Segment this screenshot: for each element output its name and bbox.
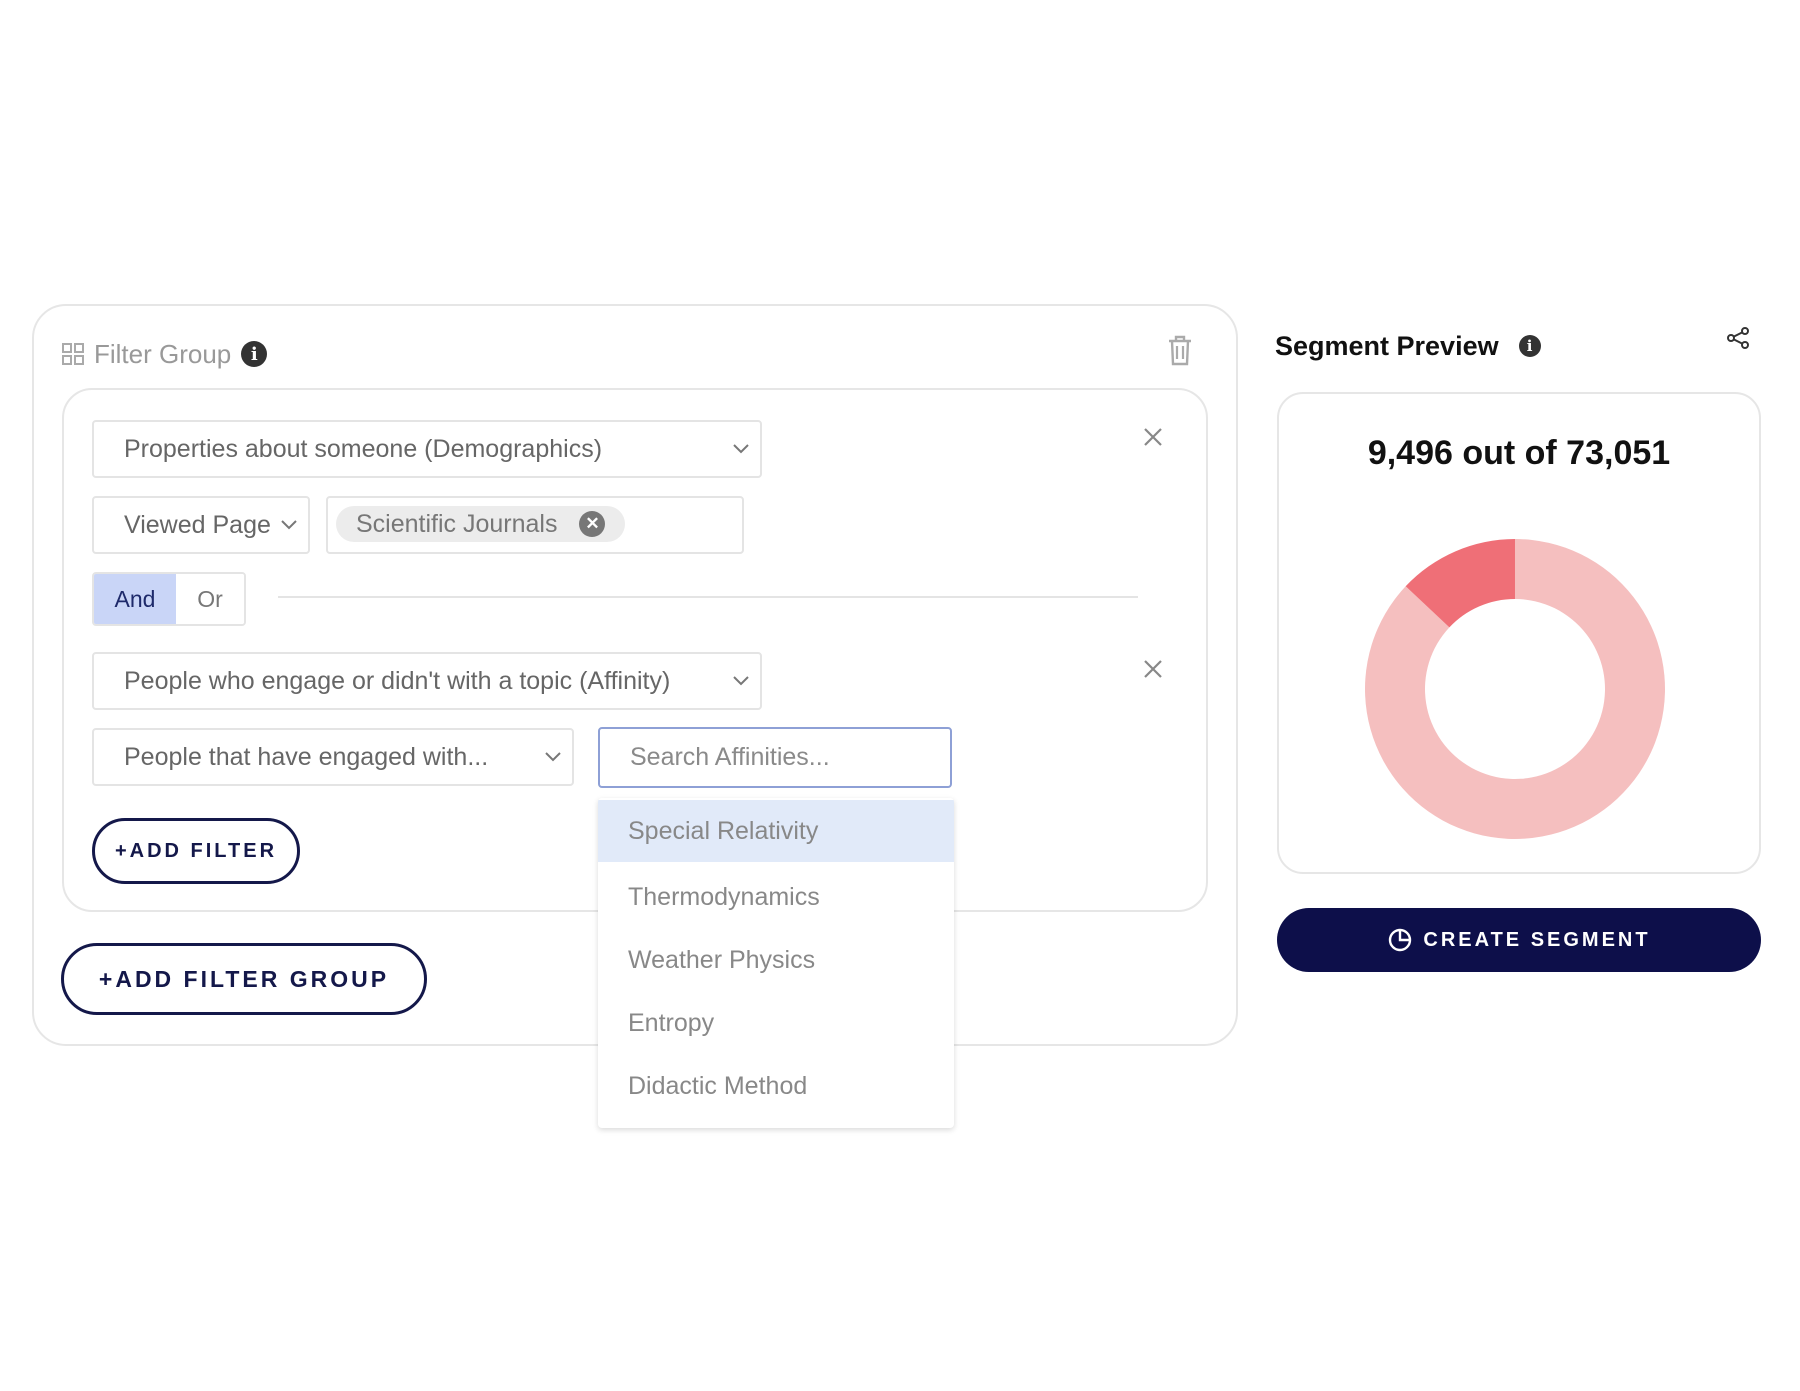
dropdown-option[interactable]: Entropy (598, 992, 954, 1054)
select-value: Viewed Page (124, 510, 271, 539)
pie-chart-icon (1389, 928, 1412, 952)
segment-count: 9,496 out of 73,051 (1367, 434, 1671, 472)
create-segment-label: CREATE SEGMENT (1423, 928, 1651, 951)
select-value: People who engage or didn't with a topic… (124, 666, 671, 695)
info-icon[interactable]: i (1518, 335, 1541, 357)
search-placeholder: Search Affinities... (630, 743, 830, 771)
share-icon[interactable] (1726, 326, 1750, 350)
create-segment-button[interactable]: CREATE SEGMENT (1277, 908, 1761, 972)
demographics-category-select[interactable]: Properties about someone (Demographics) (92, 420, 762, 478)
chevron-down-icon (733, 676, 749, 686)
affinity-search-input[interactable]: Search Affinities... (598, 727, 952, 788)
segment-donut-chart (1365, 539, 1665, 839)
dropdown-option[interactable]: Didactic Method (598, 1055, 954, 1117)
filter-group-title: Filter Group (94, 338, 232, 369)
info-icon[interactable]: i (241, 341, 268, 367)
or-toggle[interactable]: Or (176, 574, 244, 624)
affinity-category-select[interactable]: People who engage or didn't with a topic… (92, 652, 762, 710)
tag-chip-label: Scientific Journals (356, 509, 558, 538)
grid-icon (62, 343, 84, 365)
trash-icon[interactable] (1166, 334, 1194, 366)
dropdown-option[interactable]: Thermodynamics (598, 866, 954, 928)
remove-tag-icon[interactable]: ✕ (579, 511, 606, 537)
dropdown-option[interactable]: Special Relativity (598, 800, 954, 862)
add-filter-button[interactable]: +ADD FILTER (92, 818, 300, 884)
segment-preview-header: Segment Preview i (1275, 326, 1541, 366)
select-value: Properties about someone (Demographics) (124, 434, 603, 463)
affinity-dropdown: Special Relativity Thermodynamics Weathe… (598, 798, 954, 1128)
segment-preview-title: Segment Preview (1275, 330, 1499, 361)
add-filter-group-button[interactable]: +ADD FILTER GROUP (61, 943, 427, 1015)
filter-group-header: Filter Group i (62, 334, 268, 374)
tag-chip: Scientific Journals ✕ (336, 506, 626, 542)
chevron-down-icon (281, 520, 297, 530)
chevron-down-icon (733, 444, 749, 454)
select-value: People that have engaged with... (124, 742, 489, 771)
logic-toggle: And Or (92, 572, 246, 626)
dropdown-option[interactable]: Weather Physics (598, 929, 954, 991)
and-toggle[interactable]: And (94, 574, 176, 624)
viewed-page-select[interactable]: Viewed Page (92, 496, 310, 554)
divider (278, 596, 1138, 598)
close-icon[interactable] (1142, 426, 1164, 448)
close-icon[interactable] (1142, 658, 1164, 680)
engagement-select[interactable]: People that have engaged with... (92, 728, 574, 786)
chevron-down-icon (545, 752, 561, 762)
